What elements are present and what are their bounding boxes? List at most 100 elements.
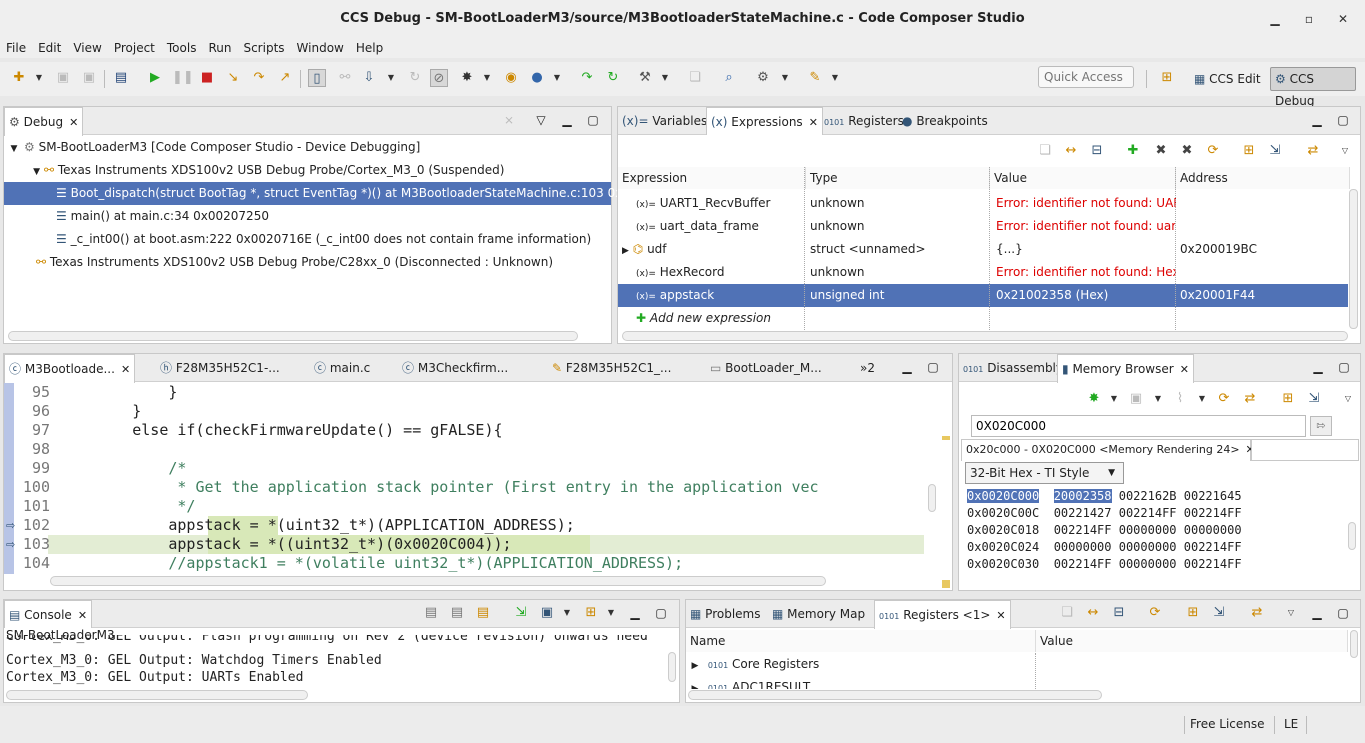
word-wrap-icon[interactable]: ▤ [474,604,492,622]
add-expression-icon[interactable]: ✚ [1124,142,1142,160]
tab-debug[interactable]: ⚙ Debug ✕ [4,107,84,136]
open-console-icon[interactable]: ⊞ [582,604,600,622]
scroll-lock-icon[interactable]: ▤ [448,604,466,622]
tab-memory-map[interactable]: ▦ Memory Map [768,600,869,628]
save-memory-icon[interactable]: ▣ [1127,390,1145,408]
maximize-view-icon[interactable]: ▢ [1336,113,1350,127]
memory-rendering-tab[interactable]: 0x20c000 - 0X020C000 <Memory Rendering 2… [961,439,1255,461]
step-into-icon[interactable]: ↘ [224,69,242,87]
tab-variables[interactable]: (x)= Variables [618,107,711,135]
pin-icon[interactable]: ⇲ [1305,390,1323,408]
horizontal-scrollbar[interactable] [688,690,1102,700]
remove-all-icon[interactable]: ⨯ [502,113,516,127]
new-view-icon[interactable]: ⊞ [1240,142,1258,160]
column-header-value[interactable]: Value [990,167,1176,189]
column-header-name[interactable]: Name [686,630,1036,652]
chip-dropdown-icon[interactable]: ▼ [482,69,492,87]
wand-icon[interactable]: ✎ [806,69,824,87]
minimize-view-icon[interactable]: ▁ [1311,360,1325,374]
fill-memory-icon[interactable]: ⌇ [1171,390,1189,408]
go-button[interactable]: ⇰ [1310,416,1332,436]
wand-dropdown-icon[interactable]: ▼ [830,69,840,87]
tab-editor-checkfirm[interactable]: ⓒ M3Checkfirm... [398,354,512,382]
minimize-view-icon[interactable]: ▁ [560,113,574,127]
table-row[interactable]: (x)= HexRecord unknown Error: identifier… [618,261,1348,284]
sync-icon[interactable]: ⇄ [1248,604,1266,622]
close-icon[interactable]: ✕ [121,363,130,376]
step-return-icon[interactable]: ↗ [276,69,294,87]
register-group-row[interactable]: ▶ 0101 Core Registers [686,653,1348,676]
debug-icon[interactable]: ● [528,69,546,87]
step-over-icon[interactable]: ↷ [250,69,268,87]
vertical-scrollbar[interactable] [1349,189,1358,329]
chip-icon[interactable]: ✸ [458,69,476,87]
vertical-scrollbar[interactable] [668,652,676,682]
collapse-all-icon[interactable]: ⊟ [1088,142,1106,160]
hammer-icon[interactable]: ⚒ [636,69,654,87]
connect-icon[interactable]: ⚯ [336,69,354,87]
tab-registers[interactable]: 0101 Registers [820,107,908,135]
column-header-address[interactable]: Address [1176,167,1350,189]
copy-icon[interactable]: ❏ [1058,604,1076,622]
overview-marker[interactable] [942,436,950,440]
stack-frame-item[interactable]: ☰ Boot_dispatch(struct BootTag *, struct… [4,182,668,205]
maximize-view-icon[interactable]: ▢ [1336,606,1350,620]
load-dropdown-icon[interactable]: ▼ [386,69,396,87]
ccs-edit-perspective[interactable]: ▦ CCS Edit [1190,67,1265,91]
close-icon[interactable]: ✕ [78,609,87,622]
search-icon[interactable]: ⌕ [720,69,738,87]
minimize-button[interactable]: ▁ [1266,10,1284,28]
pin-console-icon[interactable]: ⇲ [512,604,530,622]
remove-icon[interactable]: ✖ [1152,142,1170,160]
view-menu-icon[interactable]: ▽ [534,113,548,127]
maximize-view-icon[interactable]: ▢ [586,113,600,127]
menu-tools[interactable]: Tools [161,38,203,58]
instruction-step-icon[interactable]: ▯ [308,69,326,87]
memory-grid[interactable]: 0x0020C000 20002358 0022162B 00221645 0x… [967,488,1347,573]
gear-dropdown-icon[interactable]: ▼ [780,69,790,87]
step-forward-icon[interactable]: ↷ [578,69,596,87]
view-menu-icon[interactable]: ▽ [1286,604,1296,622]
add-expression-row[interactable]: ✚ Add new expression [618,307,1348,330]
minimize-view-icon[interactable]: ▁ [628,606,642,620]
maximize-button[interactable]: ▫ [1300,10,1318,28]
table-row[interactable]: (x)= UART1_RecvBuffer unknown Error: ide… [618,192,1348,215]
menu-run[interactable]: Run [202,38,237,58]
memory-address-input[interactable] [971,415,1306,437]
quick-access-input[interactable] [1038,66,1134,88]
refresh-icon[interactable]: ⟳ [1146,604,1164,622]
tree-item[interactable]: ⚯ Texas Instruments XDS100v2 USB Debug P… [4,251,611,274]
tab-disassembly[interactable]: 0101 Disassembly [959,354,1067,382]
table-row-selected[interactable]: (x)= appstack unsigned int 0x21002358 (H… [618,284,1348,307]
new-view-icon[interactable]: ⊞ [1279,390,1297,408]
display-console-icon[interactable]: ▣ [538,604,556,622]
new-icon[interactable]: ✚ [10,69,28,87]
menu-edit[interactable]: Edit [32,38,67,58]
minimize-view-icon[interactable]: ▁ [1310,113,1324,127]
format-select[interactable]: 32-Bit Hex - TI Style ▼ [965,462,1124,484]
hidden-tabs-button[interactable]: »2 [856,354,879,382]
tab-expressions[interactable]: (x) Expressions ✕ [706,107,823,136]
horizontal-scrollbar[interactable] [50,576,826,586]
column-header-value[interactable]: Value [1036,630,1348,652]
restart-icon[interactable]: ↻ [406,69,424,87]
gear-icon[interactable]: ⚙ [754,69,772,87]
horizontal-scrollbar[interactable] [6,690,308,700]
ccs-debug-perspective[interactable]: ⚙ CCS Debug [1270,67,1356,108]
new-view-icon[interactable]: ⊞ [1184,604,1202,622]
terminal-icon[interactable]: ▤ [112,69,130,87]
copy-icon[interactable]: ❏ [686,69,704,87]
pin-icon[interactable]: ⇲ [1266,142,1284,160]
refresh-icon[interactable]: ⟳ [1204,142,1222,160]
tab-editor-cmd[interactable]: ✎ F28M35H52C1_... [548,354,675,382]
save-icon[interactable]: ▣ [54,69,72,87]
chip-icon[interactable]: ✸ [1085,390,1103,408]
show-type-icon[interactable]: ↔ [1084,604,1102,622]
open-perspective-icon[interactable]: ⊞ [1158,69,1176,87]
tab-editor-bootloader[interactable]: ▭ BootLoader_M... [706,354,826,382]
stack-frame-item[interactable]: ☰ main() at main.c:34 0x00207250 [4,205,611,228]
save-dropdown-icon[interactable]: ▼ [1153,390,1163,408]
tab-editor-main[interactable]: ⓒ main.c [310,354,374,382]
chip-dropdown-icon[interactable]: ▼ [1109,390,1119,408]
menu-help[interactable]: Help [350,38,389,58]
